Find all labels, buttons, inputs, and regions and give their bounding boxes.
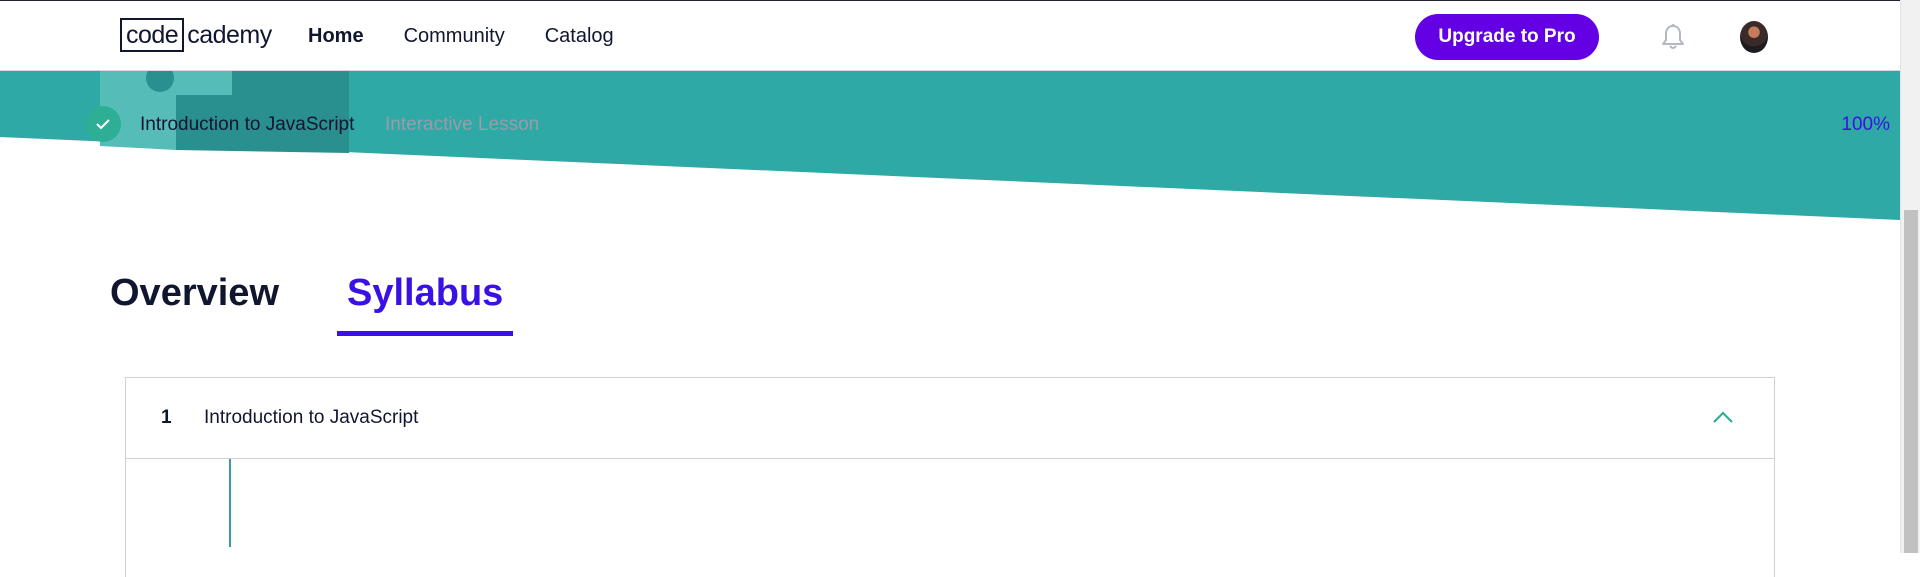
logo-boxed-text: code	[120, 18, 185, 52]
module-number: 1	[161, 407, 172, 428]
lesson-timeline-line	[229, 459, 231, 547]
lesson-row	[126, 459, 1774, 547]
tab-overview[interactable]: Overview	[110, 268, 289, 336]
upgrade-to-pro-button[interactable]: Upgrade to Pro	[1415, 14, 1599, 60]
hero-banner	[0, 71, 1900, 221]
nav-link-community[interactable]: Community	[404, 25, 505, 48]
nav-link-home[interactable]: Home	[308, 25, 364, 48]
page-scrollbar[interactable]	[1900, 0, 1920, 553]
tab-syllabus[interactable]: Syllabus	[337, 268, 514, 336]
lesson-title[interactable]: Introduction to JavaScript	[140, 114, 354, 136]
avatar[interactable]	[1740, 21, 1768, 53]
lesson-type: Interactive Lesson	[385, 114, 540, 135]
module-header[interactable]: 1 Introduction to JavaScript	[126, 378, 1774, 459]
hero-graphic	[0, 71, 1900, 220]
chevron-up-icon[interactable]	[1712, 410, 1734, 424]
nav-link-catalog[interactable]: Catalog	[545, 25, 614, 48]
bell-icon[interactable]	[1660, 23, 1686, 51]
course-tabs: Overview Syllabus	[110, 268, 571, 336]
logo-rest-text: cademy	[187, 21, 272, 49]
module-title: Introduction to JavaScript	[204, 407, 419, 428]
lesson-progress: 100%	[1841, 114, 1890, 135]
top-nav: code cademy Home Community Catalog Upgrad…	[0, 0, 1900, 71]
syllabus-module: 1 Introduction to JavaScript	[125, 377, 1775, 577]
nav-links: Home Community Catalog	[308, 1, 654, 72]
completed-check-icon	[85, 106, 121, 142]
scrollbar-thumb[interactable]	[1904, 210, 1918, 553]
codecademy-logo[interactable]: code cademy	[120, 17, 272, 53]
